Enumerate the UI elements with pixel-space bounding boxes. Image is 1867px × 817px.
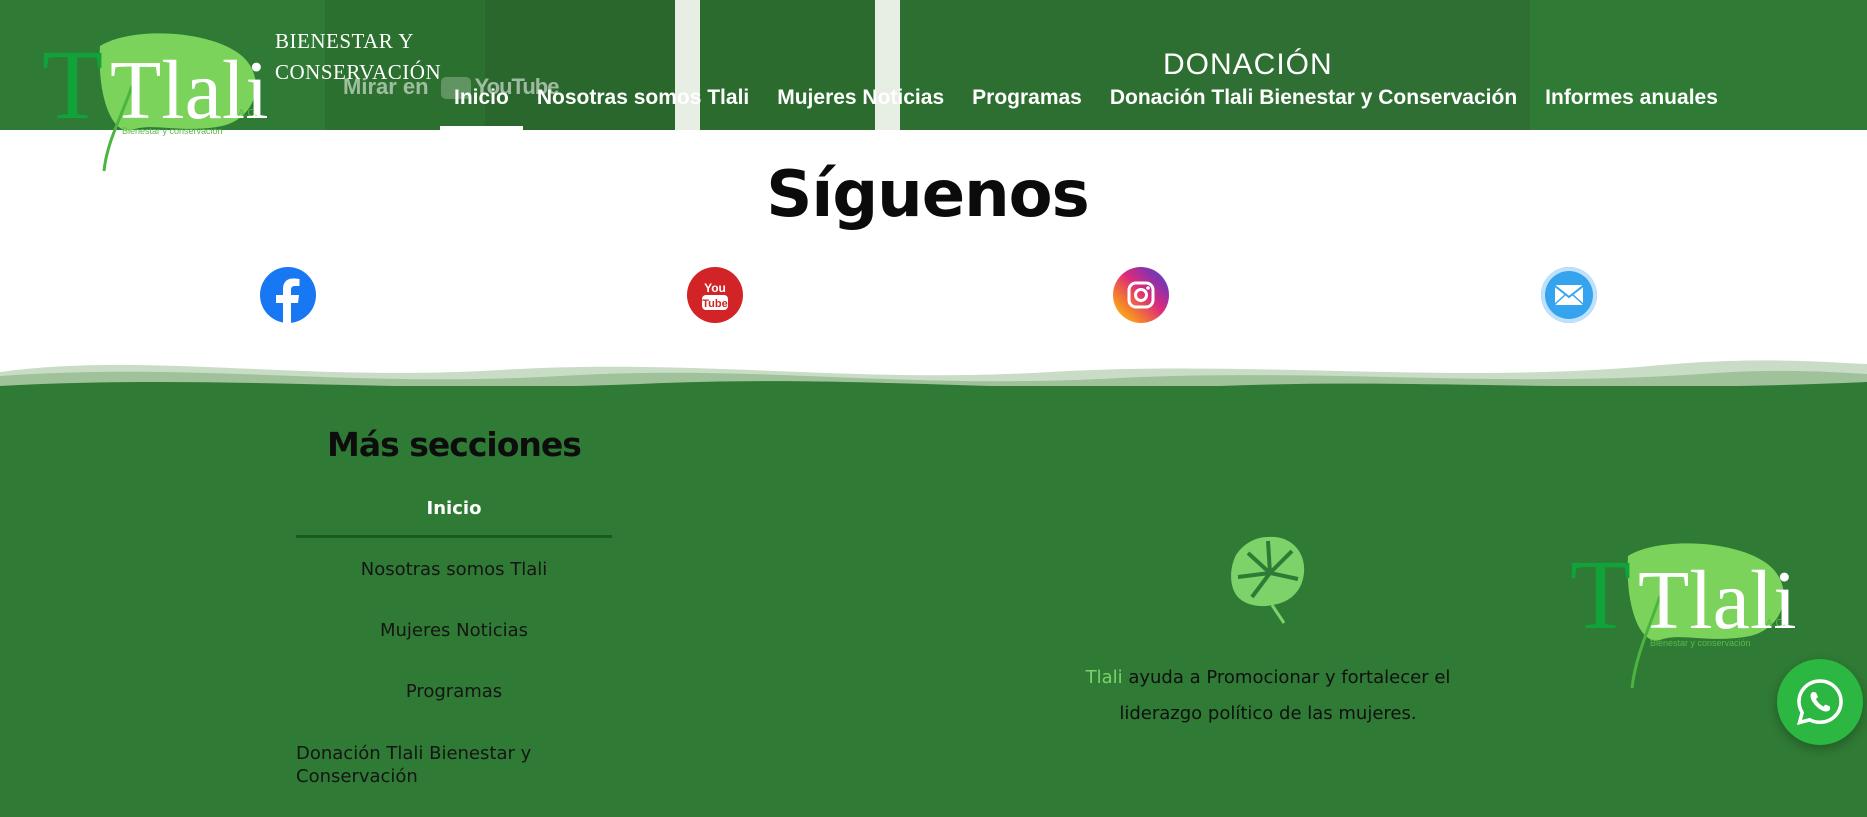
whatsapp-chat-button[interactable]	[1777, 659, 1863, 745]
svg-text:T: T	[1570, 539, 1631, 650]
facebook-icon	[276, 278, 300, 323]
mission-brand-word: Tlali	[1085, 667, 1123, 688]
footer-active-underline	[296, 535, 612, 538]
brand-tagline: BIENESTAR Y CONSERVACIÓN	[275, 26, 441, 88]
nav-item-nosotras[interactable]: Nosotras somos Tlali	[523, 84, 763, 130]
nav-item-mujeres-noticias[interactable]: Mujeres Noticias	[763, 84, 958, 130]
youtube-link[interactable]: You Tube	[687, 267, 743, 323]
monstera-leaf-icon	[1231, 536, 1305, 624]
brand-logo[interactable]: T Tlali A.C. Bienestar y conservación	[42, 26, 282, 176]
nav-item-inicio[interactable]: Inicio	[440, 84, 523, 130]
facebook-link[interactable]	[260, 267, 316, 323]
footer-link-mujeres-noticias[interactable]: Mujeres Noticias	[296, 620, 612, 641]
more-sections-title: Más secciones	[327, 425, 582, 464]
svg-text:A.C.: A.C.	[238, 108, 257, 119]
mail-icon	[1554, 285, 1584, 305]
footer-link-inicio[interactable]: Inicio	[296, 498, 612, 519]
footer-link-nosotras[interactable]: Nosotras somos Tlali	[296, 559, 612, 580]
nav-item-donacion[interactable]: Donación Tlali Bienestar y Conservación	[1096, 84, 1531, 130]
donation-heading: DONACIÓN	[1163, 48, 1333, 81]
mission-statement: Tlali ayuda a Promocionar y fortalecer e…	[1060, 660, 1476, 732]
instagram-icon	[1127, 281, 1155, 309]
instagram-link[interactable]	[1113, 267, 1169, 323]
svg-text:Bienestar y conservación: Bienestar y conservación	[1650, 638, 1751, 648]
nav-item-programas[interactable]: Programas	[958, 84, 1096, 130]
email-link[interactable]	[1541, 267, 1597, 323]
footer-link-donacion[interactable]: Donación Tlali Bienestar y Conservación	[296, 742, 546, 788]
logo-wordmark: Tlali	[110, 44, 269, 137]
svg-text:Bienestar y conservación: Bienestar y conservación	[122, 126, 223, 136]
footer-brand-logo[interactable]: T Tlali A.C. Bienestar y conservación	[1570, 534, 1810, 692]
svg-text:Tube: Tube	[702, 298, 727, 310]
footer-logo-wordmark: Tlali	[1638, 554, 1797, 647]
main-nav: Inicio Nosotras somos Tlali Mujeres Noti…	[440, 84, 1732, 130]
whatsapp-icon	[1797, 679, 1843, 725]
tagline-line-2: CONSERVACIÓN	[275, 60, 442, 84]
svg-text:A.C.: A.C.	[1766, 618, 1785, 629]
mission-text: ayuda a Promocionar y fortalecer el lide…	[1119, 667, 1451, 724]
tagline-line-1: BIENESTAR Y	[275, 29, 414, 53]
footer-link-programas[interactable]: Programas	[296, 681, 612, 702]
nav-item-informes-anuales[interactable]: Informes anuales	[1531, 84, 1732, 130]
youtube-icon: You Tube	[702, 281, 728, 310]
svg-text:T: T	[42, 29, 103, 140]
svg-text:You: You	[704, 281, 726, 295]
